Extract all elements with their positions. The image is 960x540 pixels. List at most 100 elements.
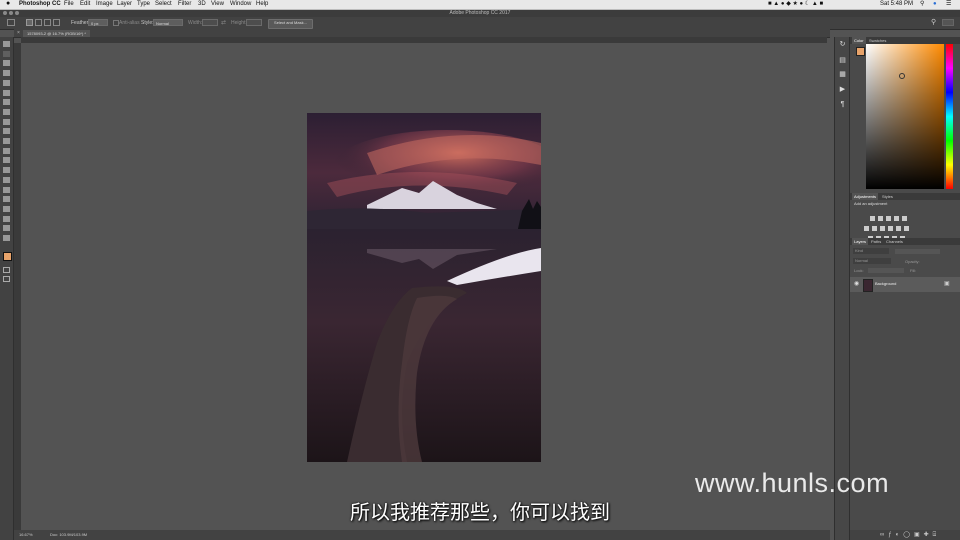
eye-visibility-icon[interactable]: ◉	[854, 281, 859, 287]
hand-tool-icon[interactable]	[3, 215, 10, 222]
add-adjustment-label: Add an adjustment	[854, 201, 888, 206]
quick-mask-icon[interactable]	[3, 267, 10, 273]
width-input[interactable]	[202, 19, 218, 26]
tab-paths[interactable]: Paths	[869, 238, 883, 245]
lock-label: Lock:	[854, 268, 864, 273]
adjustment-icons-row-2[interactable]	[864, 218, 924, 231]
healing-brush-tool-icon[interactable]	[3, 99, 10, 106]
type-tool-icon[interactable]	[3, 186, 10, 193]
zoom-tool-icon[interactable]	[3, 225, 10, 232]
document-canvas-image[interactable]	[307, 113, 541, 462]
actions-play-icon[interactable]: ▶	[839, 86, 846, 93]
history-icon[interactable]: ↻	[839, 41, 846, 48]
color-picker-cursor[interactable]	[899, 73, 905, 79]
document-size[interactable]: Doc: 103.9M/103.9M	[50, 532, 87, 538]
window-title-bar: Adobe Photoshop CC 2017	[0, 10, 960, 17]
subtract-selection-icon[interactable]	[44, 19, 51, 26]
tab-adjustments[interactable]: Adjustments	[852, 193, 879, 200]
tab-layers[interactable]: Layers	[852, 238, 869, 245]
menu-clock[interactable]: Sat 5:48 PM	[880, 1, 913, 8]
lock-icon[interactable]: ▣	[944, 281, 950, 287]
properties-icon[interactable]: ▤	[839, 57, 846, 64]
foreground-color-swatch[interactable]	[856, 47, 865, 56]
path-select-tool-icon[interactable]	[3, 196, 10, 203]
more-tools-icon[interactable]	[3, 235, 10, 241]
workspace-switcher-icon[interactable]	[942, 19, 954, 26]
width-label: Width:	[188, 20, 203, 26]
hue-slider[interactable]	[946, 44, 953, 189]
color-picker-field[interactable]	[866, 44, 944, 189]
adjustment-icons-row-1[interactable]	[870, 208, 918, 221]
layer-filter-icons[interactable]	[895, 249, 940, 254]
intersect-selection-icon[interactable]	[53, 19, 60, 26]
lock-icons[interactable]	[868, 268, 904, 273]
crop-tool-icon[interactable]	[3, 79, 10, 86]
new-selection-icon[interactable]	[26, 19, 33, 26]
zoom-level[interactable]: 16.67%	[19, 532, 33, 538]
marquee-tool-icon[interactable]	[3, 50, 10, 57]
marquee-tool-preset-icon[interactable]	[7, 19, 15, 26]
move-tool-icon[interactable]	[3, 41, 10, 47]
menu-filter[interactable]: Filter	[178, 1, 191, 8]
layer-row-background[interactable]: ◉ Background ▣	[850, 277, 960, 292]
style-select[interactable]: Normal	[153, 19, 183, 26]
menu-app-name[interactable]: Photoshop CC	[19, 1, 61, 8]
character-icon[interactable]: ¶	[839, 101, 846, 108]
menu-file[interactable]: File	[64, 1, 74, 8]
notification-center-icon[interactable]: ☰	[946, 1, 951, 8]
menu-help[interactable]: Help	[256, 1, 268, 8]
search-icon[interactable]: ⚲	[920, 1, 924, 8]
layer-footer-icons[interactable]: ∞ƒ◐◯▣✚⌸	[880, 532, 940, 538]
tools-panel	[0, 37, 14, 540]
layer-name[interactable]: Background	[875, 281, 896, 287]
tab-channels[interactable]: Channels	[884, 238, 905, 245]
tab-color[interactable]: Color	[852, 37, 866, 44]
feather-input[interactable]: 0 px	[88, 19, 108, 26]
menu-image[interactable]: Image	[96, 1, 113, 8]
eraser-tool-icon[interactable]	[3, 138, 10, 144]
layer-kind-filter[interactable]: Kind	[853, 248, 889, 254]
clone-stamp-tool-icon[interactable]	[3, 118, 10, 125]
menu-bar: ● Photoshop CC File Edit Image Layer Typ…	[0, 0, 960, 10]
menu-type[interactable]: Type	[137, 1, 150, 8]
layer-thumbnail[interactable]	[863, 279, 873, 292]
siri-icon[interactable]: ●	[933, 1, 937, 8]
height-input[interactable]	[246, 19, 262, 26]
panel-dock: ↻ ▤ ▦ ▶ ¶	[834, 37, 850, 540]
document-tab[interactable]: 1578093-2 @ 16.7% (RGB/16*) *	[23, 30, 90, 37]
dodge-tool-icon[interactable]	[3, 167, 10, 174]
vertical-ruler[interactable]	[14, 43, 21, 530]
opacity-label: Opacity:	[905, 259, 920, 264]
foreground-color-icon[interactable]	[3, 252, 12, 261]
pen-tool-icon[interactable]	[3, 176, 10, 183]
apple-icon[interactable]: ●	[6, 0, 10, 7]
shape-tool-icon[interactable]	[3, 205, 10, 212]
history-brush-tool-icon[interactable]	[3, 128, 10, 135]
lasso-tool-icon[interactable]	[3, 60, 10, 67]
menu-edit[interactable]: Edit	[80, 1, 90, 8]
status-icons[interactable]: ■ ▲ ● ◆ ★ ● ☾ ▲ ■	[768, 1, 823, 8]
blend-mode-select[interactable]: Normal	[853, 258, 891, 264]
swap-dimensions-icon[interactable]: ⇄	[221, 20, 226, 26]
adjustment-icons-row-3[interactable]	[868, 228, 918, 241]
menu-select[interactable]: Select	[155, 1, 172, 8]
gradient-tool-icon[interactable]	[3, 147, 10, 154]
menu-layer[interactable]: Layer	[117, 1, 132, 8]
eyedropper-tool-icon[interactable]	[3, 89, 10, 96]
screen-mode-icon[interactable]	[3, 276, 10, 282]
libraries-icon[interactable]: ▦	[839, 71, 846, 78]
tab-styles[interactable]: Styles	[880, 193, 895, 200]
layers-panel-footer: ∞ƒ◐◯▣✚⌸	[850, 530, 960, 540]
menu-window[interactable]: Window	[230, 1, 251, 8]
menu-3d[interactable]: 3D	[198, 1, 206, 8]
add-selection-icon[interactable]	[35, 19, 42, 26]
menu-view[interactable]: View	[211, 1, 224, 8]
antialias-label: Anti-alias	[119, 20, 140, 26]
tab-swatches[interactable]: Swatches	[867, 37, 888, 44]
select-and-mask-button[interactable]: Select and Mask...	[268, 19, 313, 29]
brush-tool-icon[interactable]	[3, 108, 10, 115]
blur-tool-icon[interactable]	[3, 157, 10, 164]
quick-select-tool-icon[interactable]	[3, 70, 10, 77]
close-icon[interactable]: ×	[17, 30, 20, 36]
search-icon[interactable]: ⚲	[931, 19, 936, 26]
